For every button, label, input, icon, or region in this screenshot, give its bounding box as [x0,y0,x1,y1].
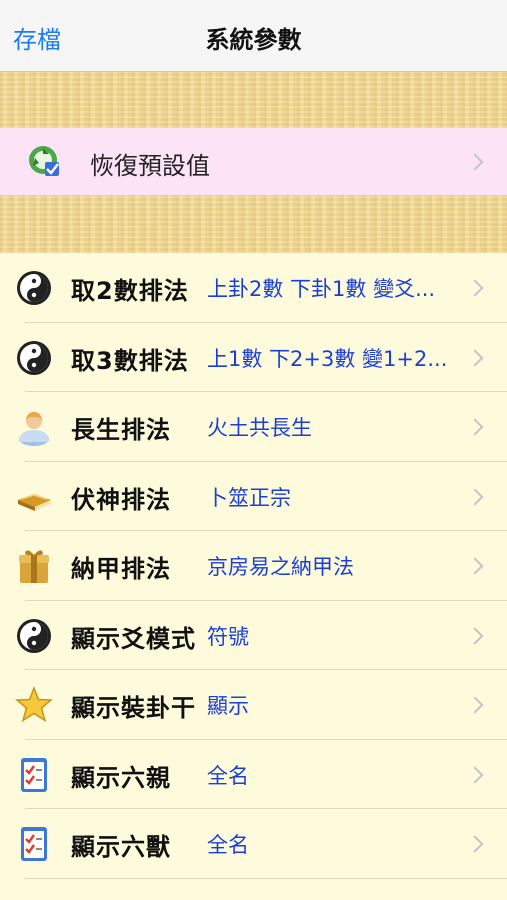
setting-value: 全名 [207,763,249,788]
wood-background-middle [0,195,507,253]
navigation-bar: 存檔 系統參數 [0,0,507,72]
list-item[interactable]: 納甲排法 京房易之納甲法 [0,531,507,601]
setting-value: 火土共長生 [207,416,312,440]
yin-yang-icon [17,618,51,653]
list-item[interactable]: 取2數排法 上卦2數 下卦1數 變爻... [0,253,507,323]
list-item[interactable]: 顯示六親 全名 [0,739,507,809]
setting-label: 顯示裝卦干 [71,694,196,722]
setting-value: 京房易之納甲法 [207,555,354,579]
restore-defaults-label: 恢復預設值 [90,152,210,180]
checklist-icon [21,757,47,792]
setting-value: 顯示 [207,694,249,718]
checklist-icon [21,827,47,861]
chevron-right-icon [466,418,484,436]
list-item[interactable]: 長生排法 火土共長生 [0,392,507,462]
chevron-right-icon [466,279,484,297]
setting-label: 顯示爻模式 [71,624,196,653]
page-title: 系統參數 [205,26,302,54]
setting-value: 卜筮正宗 [207,485,291,510]
setting-label: 取3數排法 [71,346,189,375]
chevron-right-icon [466,153,484,171]
recycle-icon [29,146,59,176]
book-icon [18,493,51,511]
yin-yang-icon [17,271,51,305]
row-divider [25,877,507,879]
setting-label: 長生排法 [71,416,171,444]
gift-box-icon [19,550,49,583]
chevron-right-icon [466,488,484,505]
setting-label: 納甲排法 [71,555,171,583]
yin-yang-icon [17,340,51,375]
restore-defaults-row[interactable]: 恢復預設值 [0,128,507,195]
setting-value: 全名 [207,833,249,857]
chevron-right-icon [466,349,484,366]
list-item[interactable]: 顯示裝卦干 顯示 [0,670,507,740]
list-item[interactable]: 取3數排法 上1數 下2+3數 變1+2... [0,322,507,392]
setting-label: 顯示六親 [71,763,171,792]
setting-label: 取2數排法 [71,277,189,305]
setting-label: 伏神排法 [71,485,171,514]
setting-value: 上卦2數 下卦1數 變爻... [207,277,436,301]
star-icon [15,686,53,723]
wood-background-top [0,72,507,128]
setting-value: 上1數 下2+3數 變1+2... [207,346,448,371]
chevron-right-icon [466,557,484,575]
chevron-right-icon [466,835,484,853]
chevron-right-icon [466,696,484,714]
settings-list: 取2數排法 上卦2數 下卦1數 變爻... 取3數排法 上1數 下2+3數 變1… [0,253,507,879]
list-item[interactable]: 顯示六獸 全名 [0,809,507,879]
setting-label: 顯示六獸 [71,833,171,861]
list-item[interactable]: 伏神排法 卜筮正宗 [0,461,507,531]
person-icon [19,412,49,446]
chevron-right-icon [466,766,484,783]
chevron-right-icon [466,627,484,644]
setting-value: 符號 [207,624,249,649]
list-item[interactable]: 顯示爻模式 符號 [0,600,507,670]
